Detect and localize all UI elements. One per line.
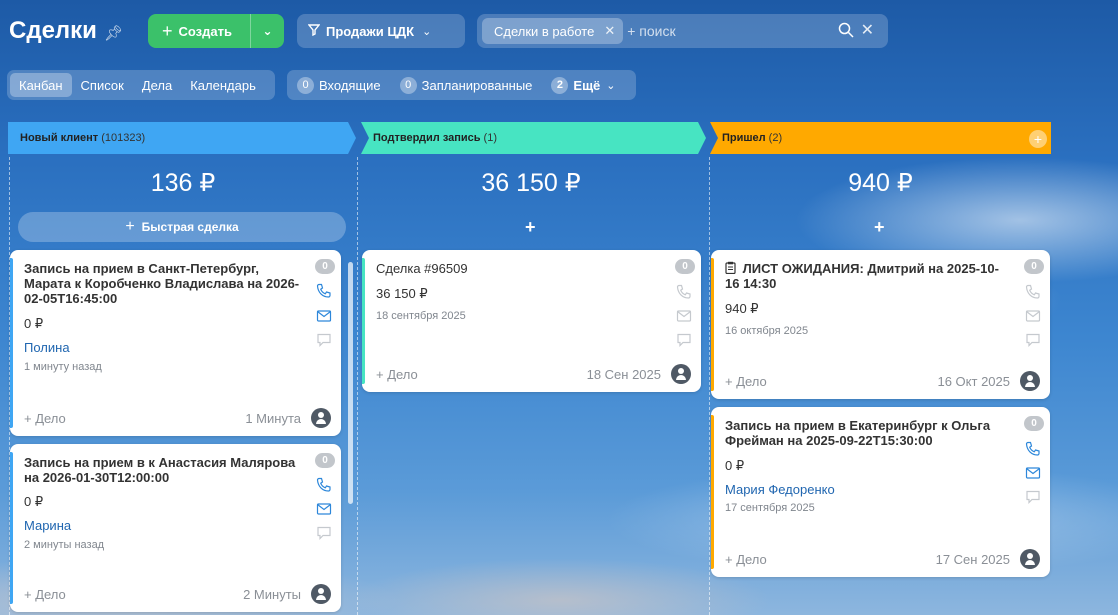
activity-counter: 0 bbox=[1024, 416, 1044, 431]
deal-sum: 36 150 ₽ bbox=[376, 286, 428, 301]
add-deal-button[interactable]: + bbox=[525, 217, 536, 238]
deal-contact[interactable]: Полина bbox=[24, 340, 70, 355]
deal-card[interactable]: ЛИСТ ОЖИДАНИЯ: Дмитрий на 2025-10-16 14:… bbox=[711, 250, 1050, 399]
deal-title[interactable]: Сделка #96509 bbox=[376, 261, 661, 276]
column-divider bbox=[709, 157, 710, 615]
avatar[interactable] bbox=[311, 584, 331, 604]
add-task-link[interactable]: + Дело bbox=[24, 411, 66, 426]
deal-sum: 0 ₽ bbox=[24, 494, 44, 509]
activity-counter: 0 bbox=[675, 259, 695, 274]
task-date: 18 Сен 2025 bbox=[586, 367, 661, 382]
task-date: 2 Минуты bbox=[243, 587, 301, 602]
mail-icon[interactable] bbox=[1025, 465, 1041, 481]
phone-icon[interactable] bbox=[1025, 284, 1041, 300]
deal-card[interactable]: Запись на прием в Екатеринбург к Ольга Ф… bbox=[711, 407, 1050, 577]
add-task-link[interactable]: + Дело bbox=[24, 587, 66, 602]
phone-icon[interactable] bbox=[676, 284, 692, 300]
phone-icon[interactable] bbox=[316, 477, 332, 493]
deal-date: 2 минуты назад bbox=[24, 539, 105, 551]
activity-counter: 0 bbox=[315, 259, 335, 274]
card-stripe bbox=[711, 258, 714, 391]
column-header-arrived[interactable]: Пришел (2) bbox=[710, 122, 1051, 154]
column-total: 940 ₽ bbox=[848, 169, 913, 197]
deal-sum: 0 ₽ bbox=[725, 458, 745, 473]
mail-icon[interactable] bbox=[1025, 308, 1041, 324]
column-count: (2) bbox=[768, 132, 783, 144]
column-divider bbox=[357, 157, 358, 615]
deal-card[interactable]: Запись на прием в к Анастасия Малярова н… bbox=[10, 444, 341, 612]
card-stripe bbox=[10, 258, 13, 428]
deal-card[interactable]: Сделка #96509 36 150 ₽ 18 сентября 2025 … bbox=[362, 250, 701, 392]
mail-icon[interactable] bbox=[316, 308, 332, 324]
activity-counter: 0 bbox=[315, 453, 335, 468]
deal-date: 1 минуту назад bbox=[24, 361, 102, 373]
deal-contact[interactable]: Мария Федоренко bbox=[725, 482, 835, 497]
column-header-new[interactable]: Новый клиент (101323) bbox=[8, 122, 348, 154]
deal-title-text: ЛИСТ ОЖИДАНИЯ: Дмитрий на 2025-10-16 14:… bbox=[725, 261, 999, 291]
chat-icon[interactable] bbox=[316, 525, 332, 541]
add-deal-button[interactable]: + bbox=[874, 217, 885, 238]
deal-title[interactable]: Запись на прием в Екатеринбург к Ольга Ф… bbox=[725, 418, 1010, 448]
task-date: 1 Минута bbox=[245, 411, 301, 426]
chat-icon[interactable] bbox=[1025, 332, 1041, 348]
card-stripe bbox=[711, 415, 714, 569]
column-title: Пришел bbox=[722, 132, 766, 144]
task-date: 17 Сен 2025 bbox=[935, 552, 1010, 567]
chat-icon[interactable] bbox=[1025, 489, 1041, 505]
clipboard-icon bbox=[725, 261, 743, 276]
quick-deal-button[interactable]: + Быстрая сделка bbox=[18, 212, 346, 242]
column-total: 136 ₽ bbox=[150, 169, 216, 197]
deal-contact[interactable]: Марина bbox=[24, 518, 71, 533]
task-date: 16 Окт 2025 bbox=[937, 374, 1010, 389]
column-title: Новый клиент bbox=[20, 132, 99, 144]
deal-date: 17 сентября 2025 bbox=[725, 502, 815, 514]
deal-title[interactable]: ЛИСТ ОЖИДАНИЯ: Дмитрий на 2025-10-16 14:… bbox=[725, 261, 1010, 291]
add-column-icon[interactable]: + bbox=[1029, 130, 1047, 148]
deal-date: 16 октября 2025 bbox=[725, 325, 809, 337]
chat-icon[interactable] bbox=[316, 332, 332, 348]
mail-icon[interactable] bbox=[676, 308, 692, 324]
avatar[interactable] bbox=[311, 408, 331, 428]
column-title: Подтвердил запись bbox=[373, 132, 481, 144]
deal-date: 18 сентября 2025 bbox=[376, 310, 466, 322]
deal-title[interactable]: Запись на прием в к Анастасия Малярова н… bbox=[24, 455, 309, 485]
chat-icon[interactable] bbox=[676, 332, 692, 348]
deal-card[interactable]: Запись на прием в Санкт-Петербург, Марат… bbox=[10, 250, 341, 436]
phone-icon[interactable] bbox=[316, 283, 332, 299]
activity-counter: 0 bbox=[1024, 259, 1044, 274]
column-total: 36 150 ₽ bbox=[481, 169, 581, 197]
phone-icon[interactable] bbox=[1025, 441, 1041, 457]
quick-deal-label: Быстрая сделка bbox=[141, 220, 239, 234]
add-task-link[interactable]: + Дело bbox=[725, 552, 767, 567]
avatar[interactable] bbox=[1020, 549, 1040, 569]
avatar[interactable] bbox=[1020, 371, 1040, 391]
card-stripe bbox=[10, 452, 13, 604]
mail-icon[interactable] bbox=[316, 501, 332, 517]
card-stripe bbox=[362, 258, 365, 384]
scrollbar[interactable] bbox=[348, 262, 353, 504]
column-count: (101323) bbox=[101, 132, 146, 144]
deal-sum: 0 ₽ bbox=[24, 316, 44, 331]
add-task-link[interactable]: + Дело bbox=[725, 374, 767, 389]
column-count: (1) bbox=[483, 132, 497, 144]
plus-icon: + bbox=[125, 218, 135, 235]
deal-sum: 940 ₽ bbox=[725, 301, 759, 316]
avatar[interactable] bbox=[671, 364, 691, 384]
deal-title[interactable]: Запись на прием в Санкт-Петербург, Марат… bbox=[24, 261, 309, 306]
column-header-confirmed[interactable]: Подтвердил запись (1) bbox=[361, 122, 698, 154]
add-task-link[interactable]: + Дело bbox=[376, 367, 418, 382]
